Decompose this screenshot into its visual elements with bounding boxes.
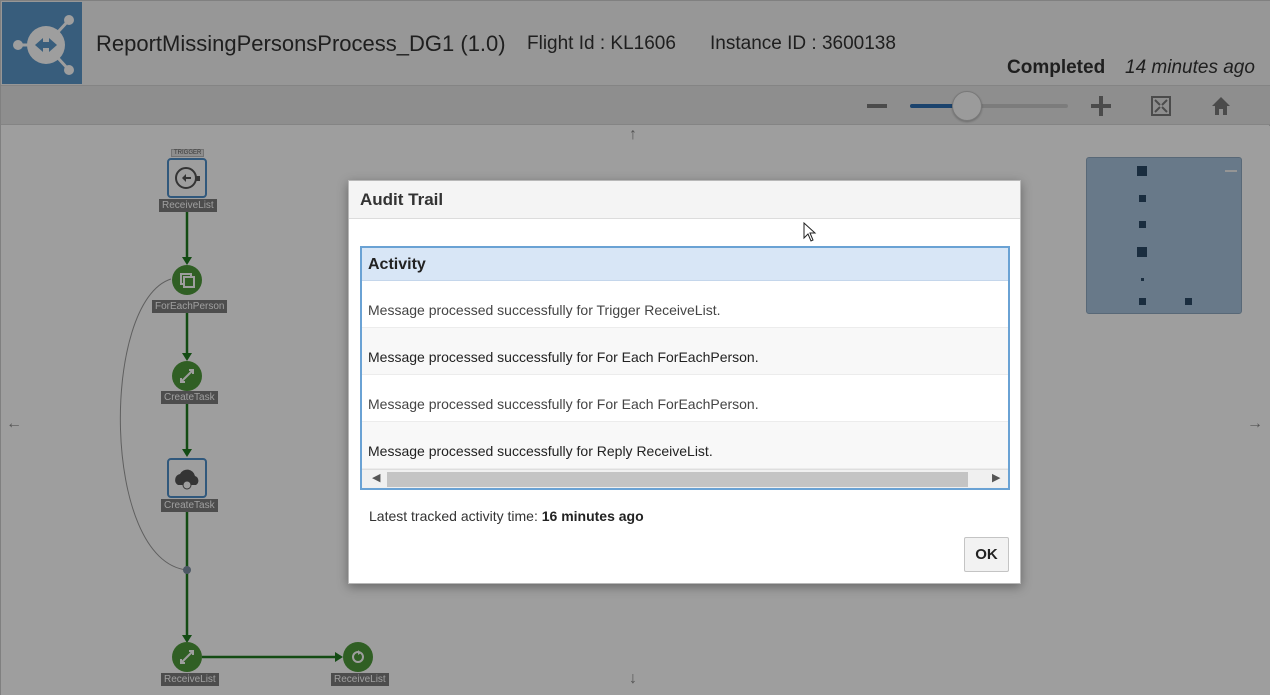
scrollbar-thumb[interactable] (387, 472, 968, 487)
mouse-cursor-icon (803, 222, 817, 242)
table-row[interactable]: Message processed successfully for For E… (362, 375, 1008, 422)
scroll-right-icon[interactable]: ▶ (992, 471, 1000, 484)
table-row[interactable]: Message processed successfully for For E… (362, 328, 1008, 375)
ok-button[interactable]: OK (964, 537, 1009, 572)
activity-header-label: Activity (368, 256, 426, 273)
scroll-left-icon[interactable]: ◀ (372, 471, 380, 484)
horizontal-scrollbar[interactable]: ◀ ▶ (362, 469, 1008, 488)
audit-trail-dialog: Audit Trail Activity Message processed s… (348, 180, 1021, 584)
activity-text: Message processed successfully for For E… (368, 349, 759, 365)
activity-text: Message processed successfully for Trigg… (368, 302, 721, 318)
table-row[interactable]: Message processed successfully for Trigg… (362, 281, 1008, 328)
activity-table: Activity Message processed successfully … (360, 246, 1010, 490)
activity-text: Message processed successfully for Reply… (368, 443, 713, 459)
latest-activity-time: Latest tracked activity time: 16 minutes… (369, 508, 644, 524)
latest-activity-value: 16 minutes ago (541, 508, 644, 524)
activity-text: Message processed successfully for For E… (368, 396, 759, 412)
dialog-title: Audit Trail (360, 190, 444, 209)
dialog-title-bar: Audit Trail (349, 181, 1020, 219)
latest-activity-label: Latest tracked activity time: (369, 508, 538, 524)
activity-column-header[interactable]: Activity (362, 248, 1008, 281)
table-row[interactable]: Message processed successfully for Reply… (362, 422, 1008, 469)
